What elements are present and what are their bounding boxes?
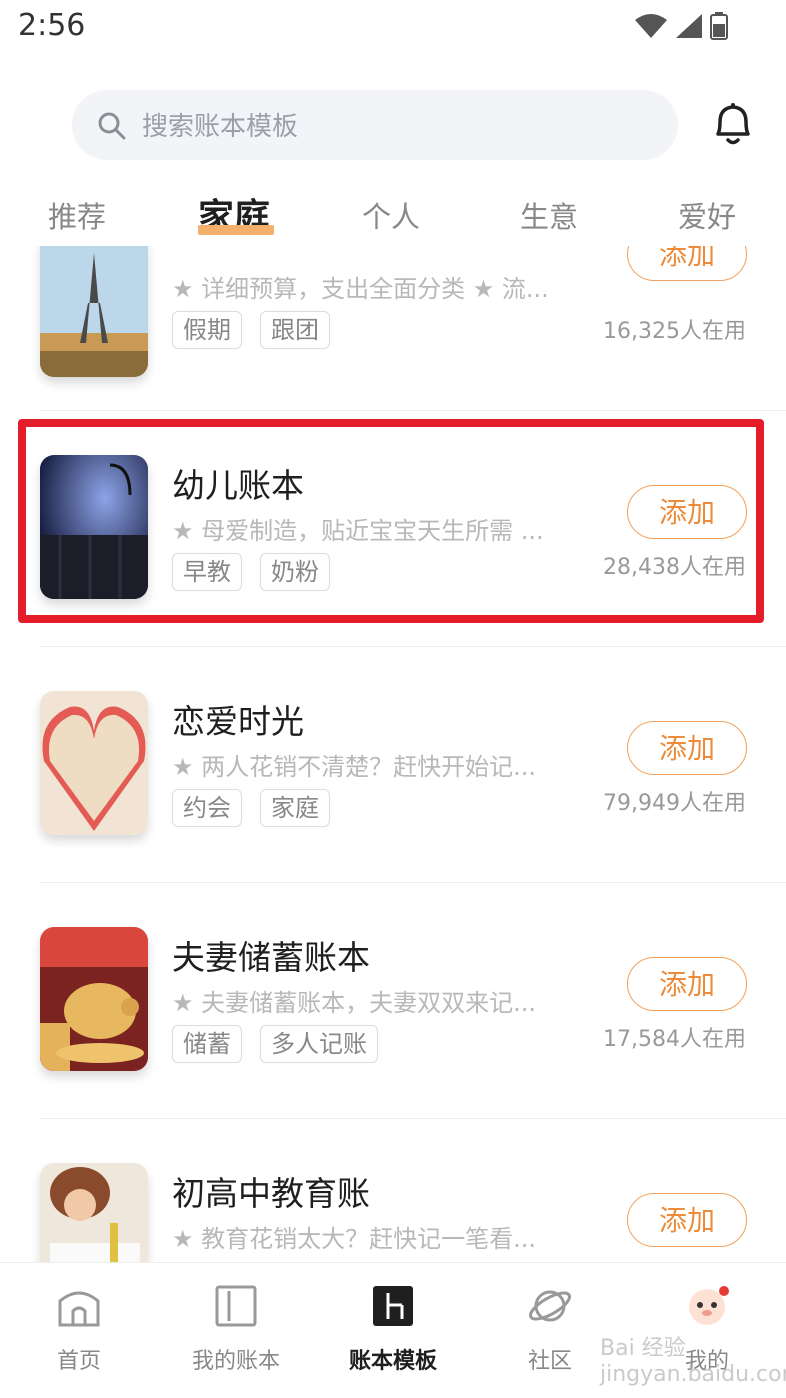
piggy-bank-thumbnail bbox=[40, 927, 148, 1071]
item-description: ★ 夫妻储蓄账本，夫妻双双来记... bbox=[172, 989, 537, 1017]
tag: 储蓄 bbox=[172, 1025, 242, 1063]
item-description: ★ 两人花销不清楚？赶快开始记... bbox=[172, 753, 537, 781]
highlight-box bbox=[18, 419, 764, 623]
list-item[interactable]: 恋爱时光 ★ 两人花销不清楚？赶快开始记... 约会 家庭 添加 79,949人… bbox=[0, 647, 786, 883]
user-count: 16,325人在用 bbox=[603, 319, 746, 344]
template-list: ★ 详细预算，支出全面分类 ★ 流... 假期 跟团 添加 16,325人在用 … bbox=[0, 246, 786, 1262]
tab-business[interactable]: 生意 bbox=[520, 194, 578, 236]
search-input[interactable]: 搜索账本模板 bbox=[72, 90, 678, 160]
wifi-icon bbox=[635, 14, 667, 38]
watermark: Bai 经验 jingyan.baidu.com bbox=[600, 1336, 786, 1387]
book-icon bbox=[215, 1285, 257, 1327]
template-icon bbox=[373, 1286, 413, 1326]
planet-icon bbox=[529, 1290, 571, 1322]
status-icons bbox=[634, 12, 728, 40]
tab-recommend[interactable]: 推荐 bbox=[48, 194, 106, 236]
item-description: ★ 教育花销太大？赶快记一笔看... bbox=[172, 1225, 537, 1253]
student-studying-thumbnail bbox=[40, 1163, 148, 1262]
list-item[interactable]: 初高中教育账 ★ 教育花销太大？赶快记一笔看... 添加 bbox=[0, 1119, 786, 1262]
search-placeholder: 搜索账本模板 bbox=[142, 112, 299, 142]
item-tags: 假期 跟团 bbox=[172, 311, 330, 349]
nav-label: 首页 bbox=[56, 1349, 101, 1374]
mascot-avatar-icon bbox=[689, 1286, 729, 1325]
tag: 跟团 bbox=[260, 311, 330, 349]
item-title: 恋爱时光 bbox=[172, 702, 304, 741]
item-tags: 储蓄 多人记账 bbox=[172, 1025, 378, 1063]
tab-hobby[interactable]: 爱好 bbox=[678, 194, 736, 236]
active-tab-indicator bbox=[198, 225, 274, 235]
add-button[interactable]: 添加 bbox=[627, 721, 747, 775]
item-description: ★ 详细预算，支出全面分类 ★ 流... bbox=[172, 275, 549, 303]
nav-label: 社区 bbox=[527, 1349, 572, 1374]
battery-icon bbox=[710, 12, 728, 40]
tag: 多人记账 bbox=[260, 1025, 378, 1063]
search-icon bbox=[98, 112, 126, 140]
nav-label: 账本模板 bbox=[348, 1349, 437, 1374]
item-title: 夫妻储蓄账本 bbox=[172, 938, 370, 977]
list-item[interactable]: 夫妻储蓄账本 ★ 夫妻储蓄账本，夫妻双双来记... 储蓄 多人记账 添加 17,… bbox=[0, 883, 786, 1119]
eiffel-tower-thumbnail bbox=[40, 246, 148, 377]
tag: 约会 bbox=[172, 789, 242, 827]
user-count: 79,949人在用 bbox=[603, 791, 746, 816]
paper-heart-thumbnail bbox=[40, 691, 148, 835]
status-bar: 2:56 bbox=[0, 0, 786, 56]
signal-icon bbox=[676, 14, 702, 38]
nav-templates[interactable]: 账本模板 bbox=[323, 1283, 463, 1375]
nav-community[interactable]: 社区 bbox=[480, 1283, 620, 1375]
add-button[interactable]: 添加 bbox=[627, 246, 747, 281]
home-icon bbox=[58, 1291, 100, 1327]
tag: 假期 bbox=[172, 311, 242, 349]
item-tags: 约会 家庭 bbox=[172, 789, 330, 827]
add-button[interactable]: 添加 bbox=[627, 957, 747, 1011]
nav-label: 我的账本 bbox=[191, 1349, 280, 1374]
nav-home[interactable]: 首页 bbox=[9, 1283, 149, 1375]
bell-icon[interactable] bbox=[710, 100, 756, 148]
status-time: 2:56 bbox=[18, 8, 86, 43]
tab-personal[interactable]: 个人 bbox=[362, 194, 420, 236]
user-count: 17,584人在用 bbox=[603, 1027, 746, 1052]
add-button[interactable]: 添加 bbox=[627, 1193, 747, 1247]
list-item[interactable]: ★ 详细预算，支出全面分类 ★ 流... 假期 跟团 添加 16,325人在用 bbox=[0, 246, 786, 411]
nav-my-books[interactable]: 我的账本 bbox=[166, 1283, 306, 1375]
category-tabs: 推荐 家庭 个人 生意 爱好 bbox=[0, 186, 786, 246]
tag: 家庭 bbox=[260, 789, 330, 827]
item-title: 初高中教育账 bbox=[172, 1174, 370, 1213]
